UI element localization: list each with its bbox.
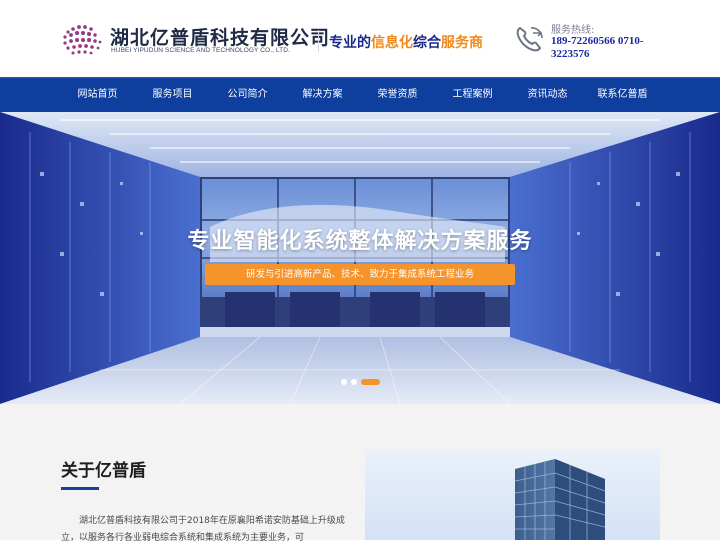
nav-item-honors[interactable]: 荣誉资质	[360, 78, 435, 112]
nav-item-solutions[interactable]: 解决方案	[285, 78, 360, 112]
slide-dot-active[interactable]	[361, 379, 380, 385]
hotline-number[interactable]: 189-72260566 0710-3223576	[551, 35, 671, 61]
slogan-highlight: 服务商	[441, 35, 483, 51]
banner-subtitle[interactable]: 研发与引进高新产品、技术、致力于集成系统工程业务	[205, 264, 515, 285]
company-name-cn: 湖北亿普盾科技有限公司	[110, 27, 331, 49]
about-section: 关于亿普盾 湖北亿普盾科技有限公司于2018年在原襄阳希诺安防基础上升级成立，以…	[0, 404, 720, 543]
office-building-image[interactable]	[365, 449, 660, 540]
slogan-part: 专业的	[329, 35, 371, 51]
hotline-label: 服务热线:	[551, 25, 595, 36]
nav-item-services[interactable]: 服务项目	[135, 78, 210, 112]
banner-title: 专业智能化系统整体解决方案服务	[187, 229, 533, 254]
globe-logo-icon[interactable]	[60, 22, 104, 58]
nav-item-contact[interactable]: 联系亿普盾	[585, 78, 660, 112]
phone-icon	[516, 26, 543, 52]
nav-item-home[interactable]: 网站首页	[60, 78, 135, 112]
about-title: 关于亿普盾	[61, 461, 146, 481]
slide-dot[interactable]	[351, 379, 357, 385]
title-underline	[61, 487, 99, 490]
nav-item-about[interactable]: 公司简介	[210, 78, 285, 112]
slide-dot[interactable]	[341, 379, 347, 385]
hero-banner[interactable]: 专业智能化系统整体解决方案服务 研发与引进高新产品、技术、致力于集成系统工程业务	[0, 112, 720, 404]
slogan: 专业的信息化综合服务商	[329, 32, 483, 52]
nav-item-news[interactable]: 资讯动态	[510, 78, 585, 112]
main-nav: 网站首页 服务项目 公司简介 解决方案 荣誉资质 工程案例 资讯动态 联系亿普盾	[0, 77, 720, 112]
header-divider	[318, 30, 319, 52]
company-name-en: HUBEI YIPUDUN SCIENCE AND TECHNOLOGY CO.…	[111, 47, 290, 54]
slogan-part: 综合	[413, 35, 441, 51]
nav-item-cases[interactable]: 工程案例	[435, 78, 510, 112]
slogan-highlight: 信息化	[371, 35, 413, 51]
site-header: 湖北亿普盾科技有限公司 HUBEI YIPUDUN SCIENCE AND TE…	[0, 0, 720, 77]
about-text: 湖北亿普盾科技有限公司于2018年在原襄阳希诺安防基础上升级成立，以服务各行各业…	[61, 516, 345, 543]
control-room-image	[0, 112, 720, 404]
